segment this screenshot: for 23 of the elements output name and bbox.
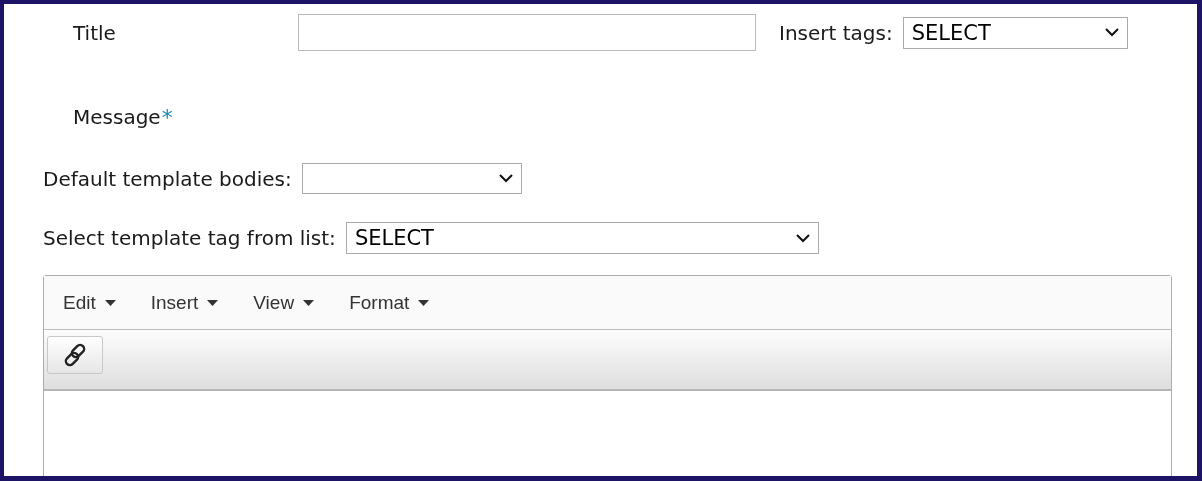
- caret-icon: [303, 299, 315, 306]
- title-label: Title: [73, 20, 117, 45]
- chevron-down-icon: [1104, 28, 1119, 37]
- caret-icon: [104, 299, 116, 306]
- menu-button[interactable]: View: [244, 291, 324, 314]
- default-template-bodies-label: Default template bodies:: [43, 166, 292, 191]
- caret-icon: [418, 299, 430, 306]
- chevron-down-icon: [795, 233, 810, 243]
- message-label: Message: [73, 105, 161, 129]
- link-icon: [62, 341, 88, 368]
- menu-button[interactable]: Format: [340, 291, 439, 314]
- menu-button[interactable]: Edit: [54, 291, 125, 314]
- required-mark: *: [161, 104, 173, 130]
- default-template-bodies-select[interactable]: [301, 163, 522, 194]
- caret-icon: [207, 299, 219, 306]
- insert-tags-select[interactable]: SELECT: [902, 16, 1128, 49]
- template-tag-select[interactable]: SELECT: [345, 222, 819, 254]
- menu-button[interactable]: Insert: [141, 291, 228, 314]
- title-input[interactable]: [298, 14, 756, 51]
- template-tag-label: Select template tag from list:: [43, 226, 336, 250]
- link-button[interactable]: [47, 335, 103, 374]
- chevron-down-icon: [498, 174, 513, 183]
- insert-tags-label: Insert tags:: [779, 20, 893, 45]
